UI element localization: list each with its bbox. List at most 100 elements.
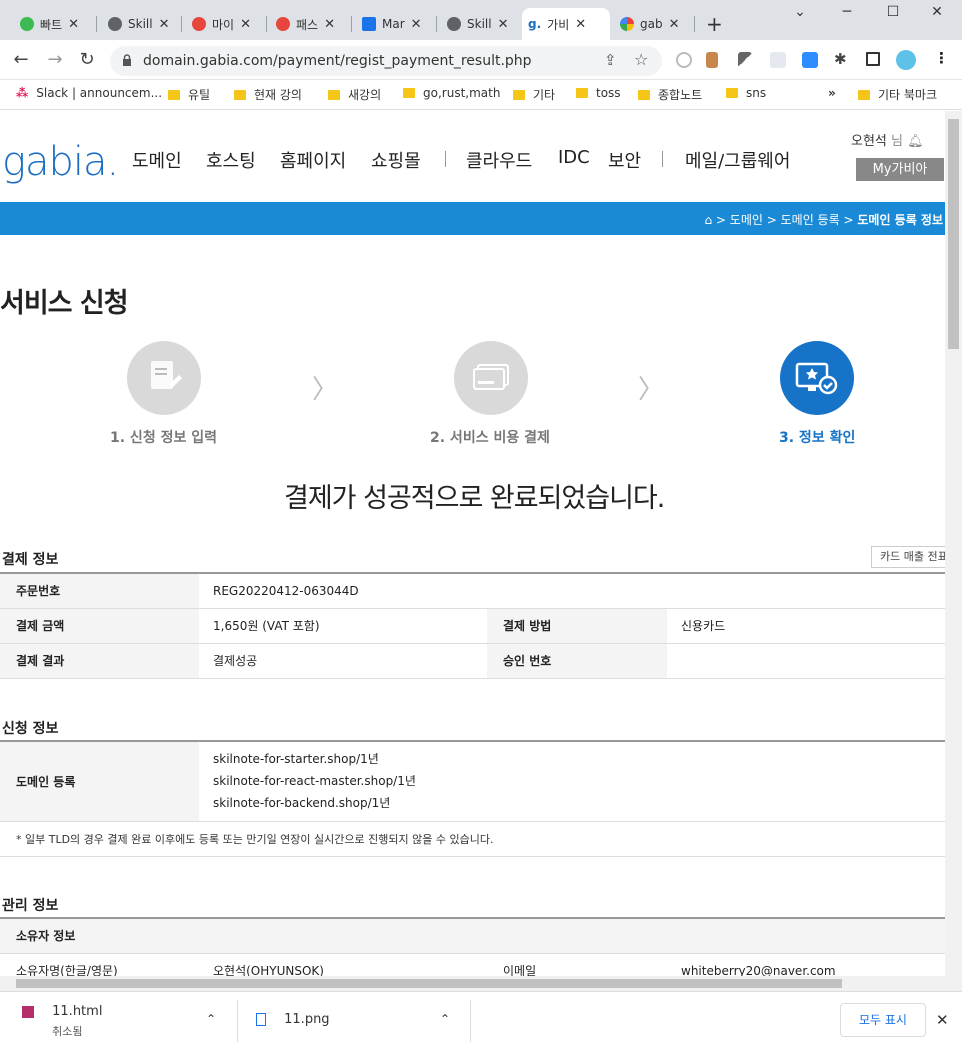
close-icon[interactable]: ✕	[240, 17, 251, 32]
folder-icon	[638, 89, 650, 100]
tab-label: 패스	[296, 17, 319, 32]
close-icon[interactable]: ✕	[936, 1011, 949, 1029]
close-icon[interactable]: ✕	[159, 17, 170, 32]
tab-search-icon[interactable]: ⌄	[785, 4, 815, 20]
close-icon[interactable]: ✕	[68, 17, 79, 32]
close-window-icon[interactable]: ✕	[922, 4, 952, 20]
tab-favicon-icon	[192, 17, 206, 31]
chevron-up-icon[interactable]: ⌃	[206, 1012, 216, 1026]
bookmark-folder[interactable]: 현재 강의	[234, 86, 302, 103]
extension-icon[interactable]	[770, 52, 786, 68]
close-icon[interactable]: ✕	[498, 17, 509, 32]
card-receipt-button[interactable]: 카드 매출 전표	[871, 546, 945, 568]
bookmark-folder[interactable]: go,rust,math	[403, 86, 500, 100]
gabia-logo[interactable]: gabia.	[2, 139, 119, 185]
approval-value	[667, 643, 945, 679]
bookmark-folder[interactable]: sns	[726, 86, 766, 100]
chevron-up-icon[interactable]: ⌃	[440, 1012, 450, 1026]
bookmark-folder[interactable]: 유틸	[168, 86, 210, 103]
scroll-thumb[interactable]	[948, 119, 959, 349]
breadcrumb-item[interactable]: 도메인	[730, 213, 763, 227]
bookmark-folder[interactable]: 종합노트	[638, 86, 702, 103]
scroll-thumb[interactable]	[16, 979, 842, 988]
tab-7-active[interactable]: g. 가비 ✕	[522, 8, 610, 40]
tab-label: Skill	[467, 17, 492, 31]
gnb-divider	[445, 151, 446, 167]
bookmark-label: 기타	[533, 88, 556, 102]
folder-icon	[234, 89, 246, 100]
close-icon[interactable]: ✕	[669, 17, 680, 32]
vertical-scrollbar[interactable]	[945, 111, 962, 991]
other-bookmarks[interactable]: 기타 북마크	[858, 86, 937, 103]
tab-4[interactable]: 패스 ✕	[270, 8, 341, 40]
domain-label: 도메인 등록	[0, 741, 199, 822]
bookmark-folder[interactable]: 새강의	[328, 86, 381, 103]
folder-icon	[513, 89, 525, 100]
breadcrumb: ⌂ > 도메인 > 도메인 등록 > 도메인 등록 정보	[704, 211, 943, 228]
bookmark-star-icon[interactable]: ☆	[634, 50, 648, 69]
maximize-icon[interactable]: ☐	[878, 4, 908, 20]
table-row: 결제 결과 결제성공 승인 번호	[0, 643, 945, 679]
bookmark-label: toss	[596, 86, 621, 100]
new-tab-button[interactable]: +	[700, 8, 729, 40]
bookmarks-overflow-button[interactable]: »	[828, 86, 836, 100]
extension-icon[interactable]	[676, 52, 692, 68]
puzzle-icon[interactable]: ✱	[834, 50, 850, 68]
bookmark-label: 종합노트	[658, 88, 703, 102]
tab-1[interactable]: 빠트 ✕	[14, 8, 85, 40]
download-item[interactable]: 11.html 취소됨	[22, 1004, 102, 1039]
forward-icon[interactable]: →	[44, 50, 66, 70]
management-section-title: 관리 정보	[2, 898, 59, 914]
minimize-icon[interactable]: ─	[832, 4, 862, 20]
tab-2[interactable]: Skill ✕	[102, 8, 175, 40]
gnb-hosting[interactable]: 호스팅	[206, 147, 256, 173]
gnb-cloud[interactable]: 클라우드	[466, 147, 532, 173]
home-icon[interactable]: ⌂	[704, 213, 712, 227]
step-arrow-icon: 〉	[312, 375, 339, 405]
reload-icon[interactable]: ↻	[76, 50, 98, 70]
horizontal-scrollbar[interactable]	[0, 976, 945, 991]
gnb-mail[interactable]: 메일/그룹웨어	[685, 147, 790, 173]
close-icon[interactable]: ✕	[411, 17, 422, 32]
folder-icon	[576, 88, 588, 98]
tab-3[interactable]: 마이 ✕	[186, 8, 257, 40]
gnb-shop[interactable]: 쇼핑몰	[371, 147, 421, 173]
tab-label: gab	[640, 17, 663, 31]
owner-name-label: 소유자명(한글/영문)	[0, 953, 199, 978]
show-all-button[interactable]: 모두 표시	[840, 1003, 926, 1037]
gnb-idc[interactable]: IDC	[558, 147, 590, 168]
profile-avatar[interactable]	[896, 50, 916, 70]
gnb-security[interactable]: 보안	[608, 147, 641, 173]
tab-divider	[351, 16, 352, 32]
bell-icon[interactable]: 🔔︎	[907, 134, 924, 149]
tab-divider	[694, 16, 695, 32]
gnb-homepage[interactable]: 홈페이지	[280, 147, 346, 173]
bookmark-slack[interactable]: ⁂ Slack | announcem...	[16, 86, 162, 100]
side-panel-icon[interactable]	[866, 52, 880, 66]
my-gabia-button[interactable]: My가비아	[856, 158, 944, 181]
bookmark-folder[interactable]: 기타	[513, 86, 555, 103]
close-icon[interactable]: ✕	[324, 17, 335, 32]
tab-favicon-icon	[362, 17, 376, 31]
tab-6[interactable]: Skill ✕	[441, 8, 514, 40]
gnb-domain[interactable]: 도메인	[132, 147, 182, 173]
menu-icon[interactable]: ⋮	[934, 49, 950, 67]
gabia-favicon-icon: g.	[528, 17, 542, 31]
tab-label: 빠트	[40, 17, 63, 32]
download-item[interactable]: 11.png	[256, 1012, 330, 1027]
tab-5[interactable]: Mar ✕	[356, 8, 428, 40]
order-no-label: 주문번호	[0, 573, 199, 609]
bookmark-folder[interactable]: toss	[576, 86, 621, 100]
tab-8[interactable]: gab ✕	[614, 8, 686, 40]
extension-icon[interactable]	[706, 52, 718, 68]
close-icon[interactable]: ✕	[575, 17, 586, 32]
share-icon[interactable]: ⇪	[604, 51, 617, 69]
address-bar[interactable]: domain.gabia.com/payment/regist_payment_…	[110, 46, 662, 76]
domain-item: skilnote-for-starter.shop/1년	[213, 752, 379, 767]
back-icon[interactable]: ←	[10, 50, 32, 70]
breadcrumb-item[interactable]: 도메인 등록	[781, 213, 840, 227]
folder-icon	[403, 88, 415, 98]
table-row: * 일부 TLD의 경우 결제 완료 이후에도 등록 또는 만기일 연장이 실시…	[0, 821, 945, 857]
eyedropper-icon[interactable]	[738, 52, 752, 68]
zoom-icon[interactable]	[802, 52, 818, 68]
